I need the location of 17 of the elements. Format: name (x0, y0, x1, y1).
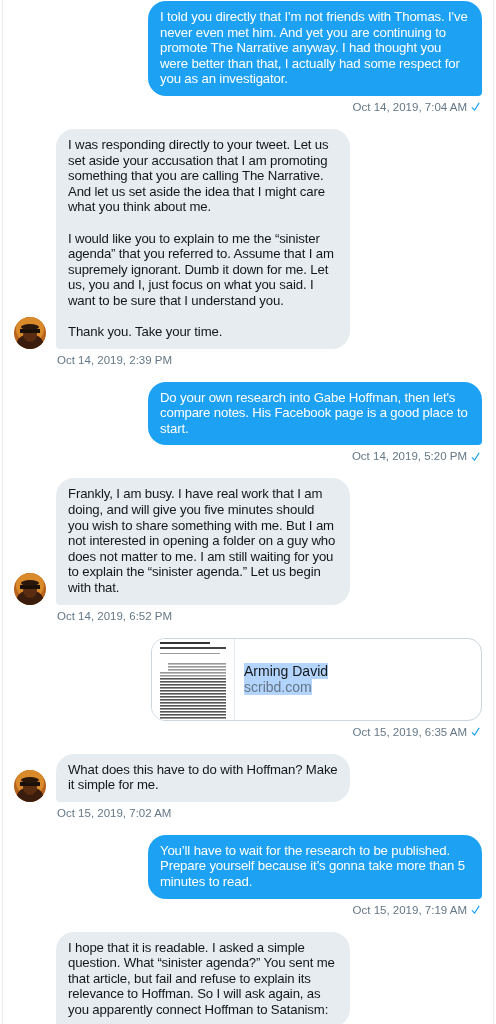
message-bubble: Frankly, I am busy. I have real work that I am doing, and will give you five minutes should you wish to share something with me. But I am not interested in opening a folder on a guy who does not matter to me. I am still waiting for you to explain the “sinister agenda.” Let us begin with that. (56, 478, 350, 605)
timestamp: Oct 14, 2019, 7:04 AM (352, 100, 467, 113)
message-bubble: What does this have to do with Hoffman? Make it simple for me. (56, 753, 350, 802)
link-domain: scribd.com (244, 679, 312, 696)
message-bubble: I hope that it is readable. I asked a simple question. What “sinister agenda?” You sent me that article, but fail and refuse to explain its relevance to Hoffman. So I will ask again, as you apparently connect Hoffman to Satanism: (56, 931, 350, 1024)
link-title: Arming David (244, 663, 329, 680)
timestamp: Oct 15, 2019, 7:02 AM (57, 806, 172, 819)
message-bubble: You’ll have to wait for the research to be published. Prepare yourself because it’s gonna take more than 5 minutes to read. (148, 834, 482, 899)
link-card[interactable]: Arming David scribd.com (151, 637, 482, 721)
timestamp: Oct 14, 2019, 5:20 PM (351, 450, 467, 463)
timestamp: Oct 14, 2019, 6:52 PM (57, 609, 173, 622)
timestamp: Oct 14, 2019, 2:39 PM (57, 353, 173, 366)
message-bubble: I was responding directly to your tweet. Let us set aside your accusation that I am promoting something that you are calling The Narrative. And let us set aside the idea that I might care what you think about me. I would like you to explain to me the “sinister agenda” that you referred to. Assume that I am supremely ignorant. Dumb it down for me. Let us, you and I, just focus on what you said. I want to be sure that I understand you. Thank you. Take your time. (56, 128, 350, 349)
message-bubble: Do your own research into Gabe Hoffman, then let's compare notes. His Facebook page is a good place to start. (148, 381, 482, 446)
timestamp: Oct 15, 2019, 6:35 AM (352, 725, 467, 738)
timestamp: Oct 15, 2019, 7:19 AM (352, 903, 467, 916)
message-bubble: I told you directly that I'm not friends with Thomas. I've never even met him. And yet you are continuing to promote The Narrative anyway. I had thought you were better than that, I actually had some respect for you as an investigator. (148, 1, 482, 96)
